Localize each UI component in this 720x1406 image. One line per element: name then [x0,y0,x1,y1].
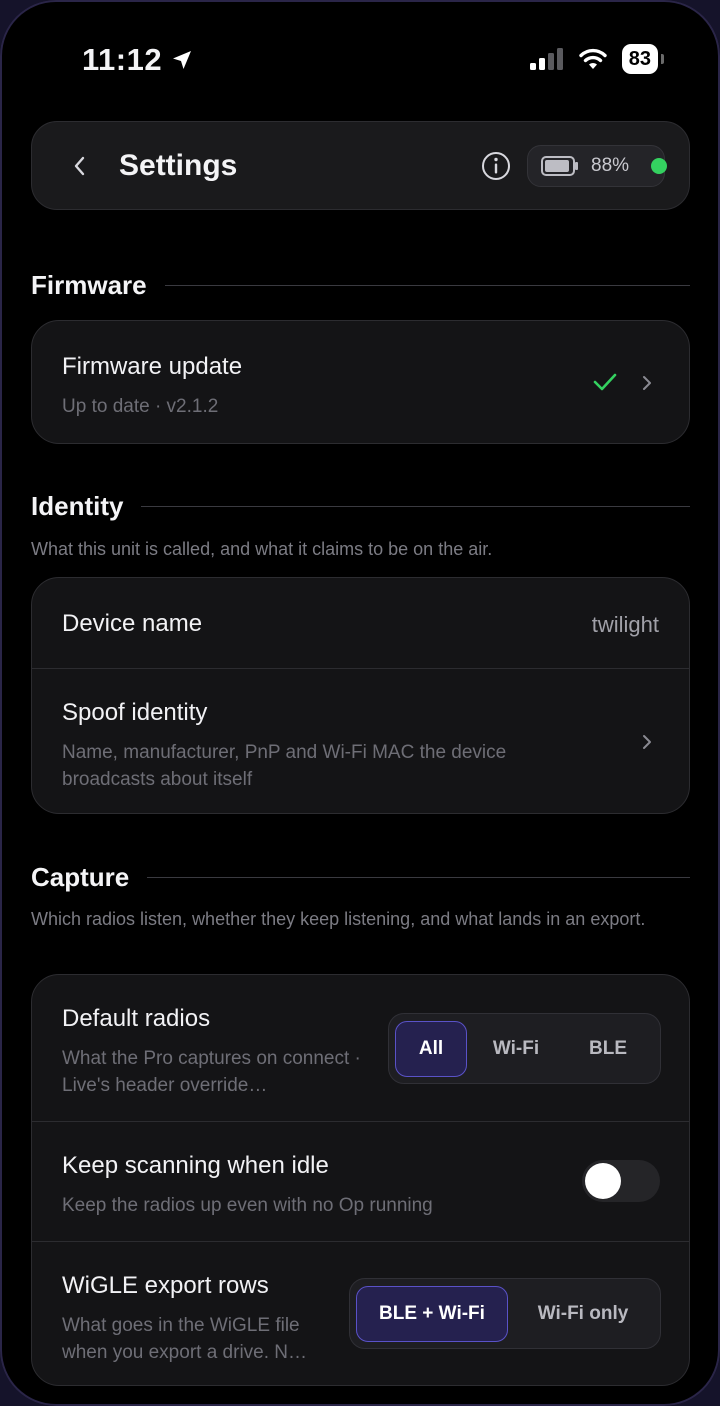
chevron-right-icon [643,376,651,390]
status-icons: 83 [529,44,665,74]
chevron-left-icon [74,156,85,176]
section-capture-label: Capture [31,862,130,892]
wigle-export-title: WiGLE export rows [62,1272,269,1299]
firmware-update-title: Firmware update [62,353,243,380]
section-firmware-label: Firmware [31,270,147,300]
spoof-identity-title: Spoof identity [62,699,208,726]
capture-card: Default radios What the Pro captures on … [31,974,690,1386]
status-time: 11:12 [82,42,194,78]
section-divider [147,877,690,878]
default-radios-title: Default radios [62,1005,211,1032]
section-divider [141,506,690,507]
wigle-export-description: What goes in the WiGLE file when you exp… [62,1315,308,1363]
section-capture-header: Capture [31,862,690,893]
section-divider [164,285,690,286]
device-name-title: Device name [62,610,203,637]
connection-status-dot [651,158,667,174]
keep-scanning-description: Keep the radios up even with no Op runni… [62,1195,433,1216]
location-arrow-icon [173,51,192,69]
radio-option-wifi[interactable]: Wi-Fi [471,1021,561,1077]
section-identity-label: Identity [31,491,124,521]
time-text: 11:12 [82,42,163,77]
firmware-update-status: Up to date · v2.1.2 [62,396,219,417]
keep-scanning-toggle[interactable] [582,1160,660,1202]
default-radios-segmented: All Wi-Fi BLE [388,1013,661,1084]
check-icon [593,373,617,391]
wigle-option-ble-wifi[interactable]: BLE + Wi-Fi [356,1285,508,1342]
keep-scanning-row: Keep scanning when idle Keep the radios … [32,1122,689,1241]
settings-header: Settings 88% [31,121,690,210]
radio-option-all[interactable]: All [395,1020,467,1077]
battery-icon [541,156,578,176]
keep-scanning-title: Keep scanning when idle [62,1152,329,1179]
firmware-card: Firmware update Up to date · v2.1.2 [31,320,690,444]
wigle-export-row: WiGLE export rows What goes in the WiGLE… [32,1242,689,1385]
device-name-row[interactable]: Device name twilight [32,578,689,668]
firmware-update-row[interactable]: Firmware update Up to date · v2.1.2 [32,321,689,443]
section-identity-header: Identity [31,491,690,522]
device-battery-chip[interactable]: 88% [527,145,665,187]
section-firmware-header: Firmware [31,270,690,301]
radio-option-ble[interactable]: BLE [565,1021,651,1077]
device-name-value: twilight [591,612,659,637]
cellular-signal-icon [529,48,563,70]
wigle-option-wifi-only[interactable]: Wi-Fi only [512,1286,654,1342]
phone-screen: 11:12 83 Settings 88% Firmware Firmware … [0,0,720,1406]
status-bar: 11:12 83 [0,0,720,110]
wifi-icon [579,48,607,69]
spoof-identity-row[interactable]: Spoof identity Name, manufacturer, PnP a… [32,669,689,813]
section-identity-description: What this unit is called, and what it cl… [31,539,493,559]
wigle-export-segmented: BLE + Wi-Fi Wi-Fi only [349,1278,661,1349]
device-battery-percent: 88% [591,155,630,176]
section-capture-description: Which radios listen, whether they keep l… [31,909,646,929]
battery-level: 83 [628,47,651,70]
spoof-identity-description: Name, manufacturer, PnP and Wi-Fi MAC th… [62,742,507,790]
toggle-knob [585,1163,621,1199]
page-title: Settings [119,149,238,182]
info-icon[interactable] [480,150,512,182]
battery-indicator: 83 [621,44,665,74]
default-radios-row: Default radios What the Pro captures on … [32,975,689,1121]
default-radios-description: What the Pro captures on connect · Live'… [62,1048,361,1096]
back-button[interactable] [58,144,102,188]
chevron-right-icon [643,735,651,749]
identity-card: Device name twilight Spoof identity Name… [31,577,690,814]
